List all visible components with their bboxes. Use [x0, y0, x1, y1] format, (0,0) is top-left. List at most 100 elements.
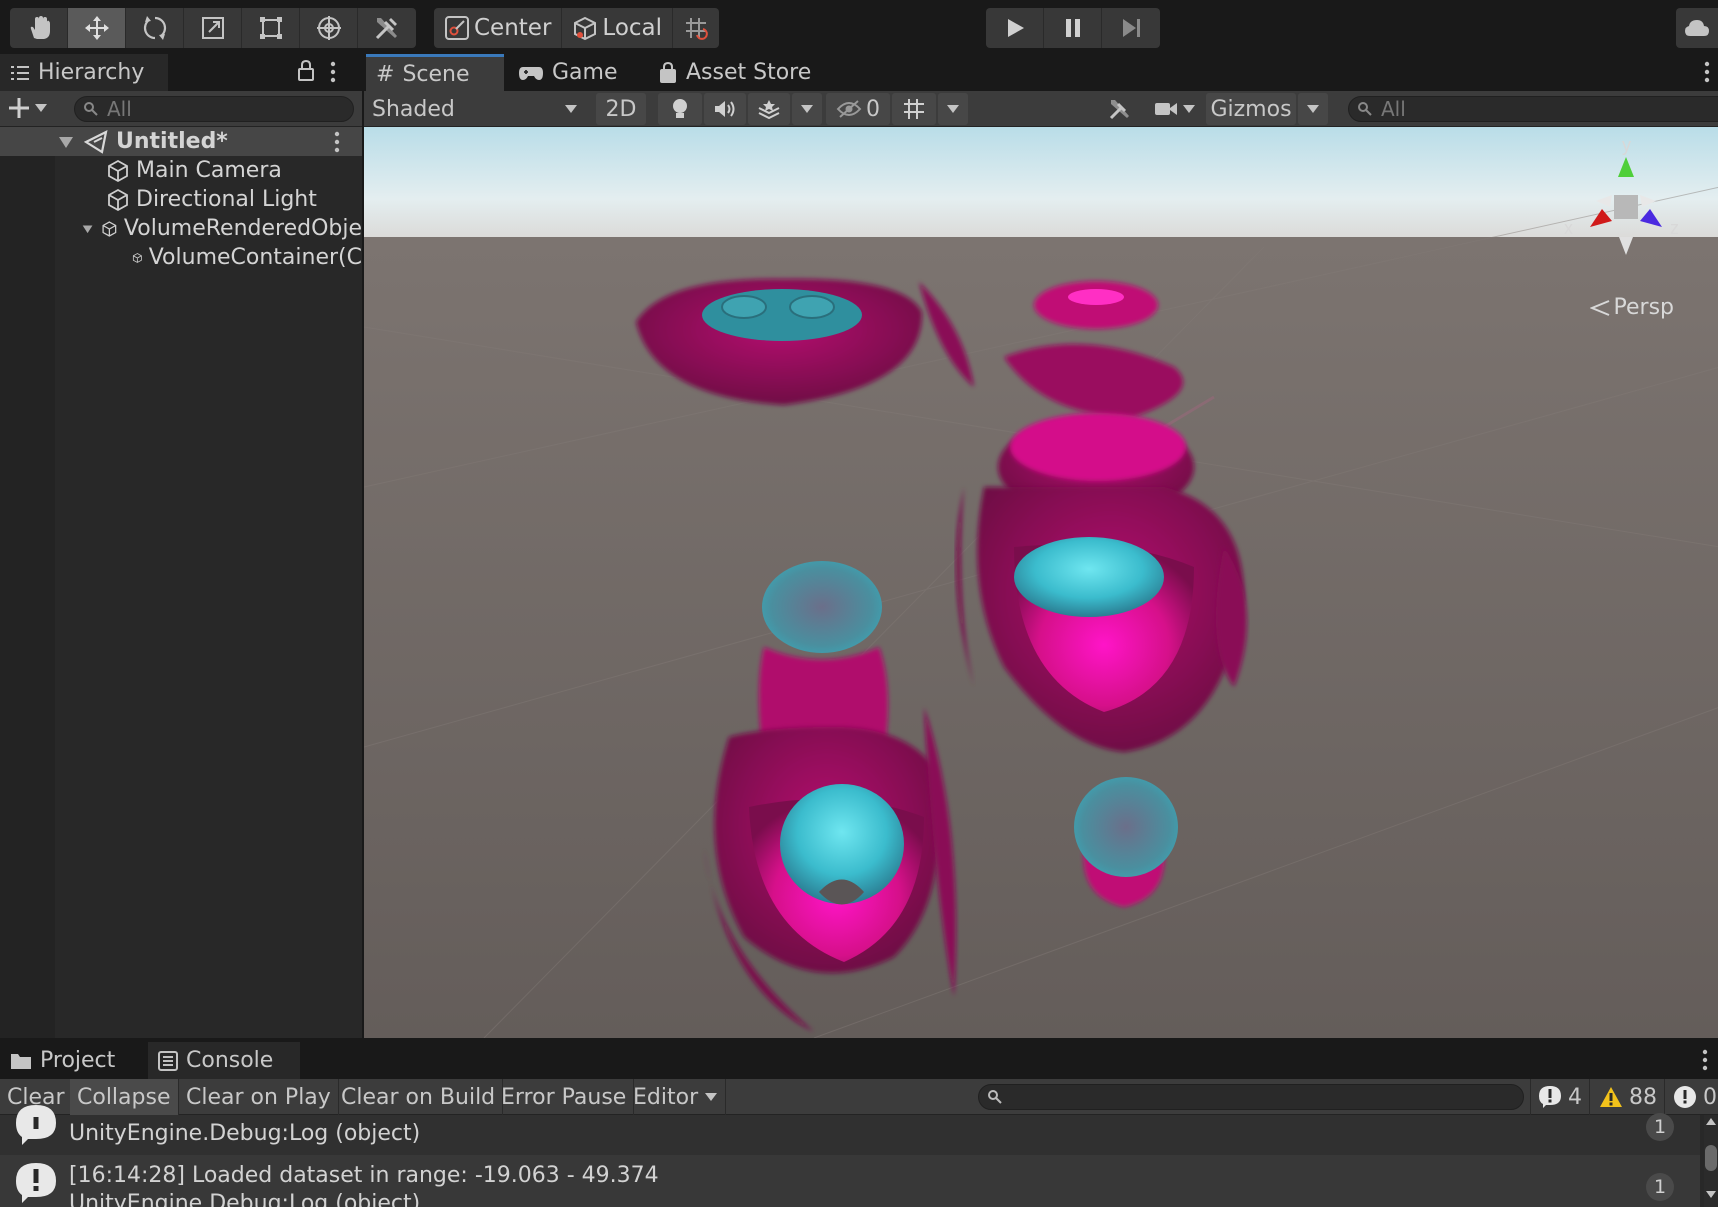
play-button[interactable]	[986, 8, 1044, 48]
expand-arrow-icon[interactable]	[82, 221, 93, 237]
gizmos-dropdown[interactable]	[1298, 93, 1328, 125]
gizmo-label-y: y	[1622, 137, 1631, 155]
transform-globe-icon	[316, 16, 341, 40]
custom-tool-button[interactable]	[358, 8, 416, 48]
grid-icon	[904, 99, 924, 119]
info-bubble-icon	[16, 1163, 56, 1203]
step-icon	[1123, 19, 1140, 37]
tab-asset-store[interactable]: Asset Store	[648, 54, 828, 91]
plus-icon	[9, 98, 29, 118]
grid-toggle[interactable]	[892, 93, 936, 125]
hierarchy-item-directional-light[interactable]: Directional Light	[0, 185, 317, 214]
gizmos-toggle[interactable]: Gizmos	[1206, 93, 1296, 125]
pause-icon	[1065, 19, 1080, 37]
log-entry-text: UnityEngine.Debug:Log (object)	[69, 1121, 421, 1146]
lighting-toggle[interactable]	[658, 93, 702, 125]
grid-dropdown[interactable]	[938, 93, 968, 125]
eye-slash-icon	[836, 100, 862, 118]
console-toolbar: Clear Collapse Clear on Play Clear on Bu…	[0, 1079, 1718, 1115]
hierarchy-panel: Hierarchy All Untitled* Main Camera Dire…	[0, 54, 362, 1038]
gizmo-label-z: z	[1670, 218, 1679, 238]
scene-tools-button[interactable]	[1098, 93, 1142, 125]
projection-toggle[interactable]: Persp	[1589, 295, 1674, 320]
console-search-input[interactable]	[978, 1084, 1524, 1110]
console-kebab-menu-icon[interactable]	[1700, 1049, 1710, 1077]
lock-icon[interactable]	[296, 59, 316, 89]
pivot-space-button[interactable]: Local	[562, 8, 674, 48]
rotate-tool-button[interactable]	[126, 8, 184, 48]
main-toolbar: Center Local	[0, 0, 1718, 54]
hidden-objects-toggle[interactable]: 0	[826, 93, 890, 125]
warning-icon	[1600, 1087, 1622, 1107]
tab-game[interactable]: Game	[508, 54, 634, 91]
tab-project[interactable]: Project	[0, 1042, 142, 1079]
tab-console[interactable]: Console	[148, 1042, 300, 1079]
gamepad-icon	[519, 66, 543, 80]
move-tool-button[interactable]	[68, 8, 126, 48]
cloud-button[interactable]	[1676, 8, 1718, 48]
warning-count-toggle[interactable]: 88	[1592, 1079, 1665, 1115]
2d-mode-toggle[interactable]: 2D	[596, 93, 646, 125]
step-button[interactable]	[1102, 8, 1160, 48]
log-count-toggle[interactable]: 4	[1530, 1079, 1590, 1115]
scale-tool-button[interactable]	[184, 8, 242, 48]
transform-tool-button[interactable]	[300, 8, 358, 48]
info-bubble-icon	[16, 1105, 56, 1145]
console-scrollbar[interactable]	[1704, 1115, 1718, 1207]
pause-button[interactable]	[1044, 8, 1102, 48]
effects-dropdown[interactable]	[792, 93, 822, 125]
collapse-toggle[interactable]: Collapse	[70, 1079, 179, 1115]
hierarchy-scene-row[interactable]: Untitled*	[0, 127, 362, 156]
error-pause-label: Error Pause	[501, 1084, 627, 1110]
error-icon	[1674, 1086, 1696, 1108]
info-icon	[1539, 1086, 1561, 1108]
effects-toggle[interactable]	[748, 93, 790, 125]
hand-tool-button[interactable]	[10, 8, 68, 48]
light-bulb-icon	[673, 99, 687, 118]
scene-search-input[interactable]: All	[1348, 96, 1718, 122]
chevron-down-icon	[1307, 105, 1319, 113]
tab-hierarchy[interactable]: Hierarchy	[0, 54, 168, 91]
scene-viewport[interactable]: y x z Persp	[364, 127, 1718, 1038]
clear-on-play-toggle[interactable]: Clear on Play	[179, 1079, 339, 1115]
grid-snap-icon	[686, 18, 708, 40]
scene-search-placeholder: All	[1381, 97, 1406, 121]
audio-toggle[interactable]	[704, 93, 746, 125]
scene-kebab-menu-icon[interactable]	[1702, 61, 1712, 89]
hierarchy-item-volume-container[interactable]: VolumeContainer(C	[0, 243, 362, 272]
pivot-mode-button[interactable]: Center	[434, 8, 563, 48]
hierarchy-tabbar: Hierarchy	[0, 54, 362, 91]
chevron-down-icon	[35, 104, 47, 112]
log-entry-count: 1	[1646, 1113, 1674, 1141]
kebab-menu-icon[interactable]	[328, 61, 338, 89]
rect-tool-button[interactable]	[242, 8, 300, 48]
speaker-icon	[715, 101, 735, 117]
camera-settings-dropdown[interactable]	[1150, 93, 1200, 125]
clear-on-build-toggle[interactable]: Clear on Build	[334, 1079, 504, 1115]
draw-mode-dropdown[interactable]: Shaded	[370, 93, 580, 125]
hierarchy-item-main-camera[interactable]: Main Camera	[0, 156, 282, 185]
console-log-entry[interactable]: UnityEngine.Debug:Log (object) 1	[0, 1105, 1700, 1155]
grid-snap-button[interactable]	[673, 8, 719, 48]
error-count-toggle[interactable]: 0	[1666, 1079, 1718, 1115]
hierarchy-search-input[interactable]: All	[74, 96, 354, 122]
chevron-down-icon	[947, 105, 959, 113]
hierarchy-search-placeholder: All	[107, 97, 132, 121]
scene-toolbar: Shaded 2D 0 Gizmos All	[364, 91, 1718, 127]
transform-tools-group	[10, 8, 416, 48]
console-log-entry[interactable]: [16:14:28] Loaded dataset in range: -19.…	[0, 1155, 1700, 1207]
editor-dropdown[interactable]: Editor	[626, 1079, 727, 1115]
log-entry-text: UnityEngine.Debug:Log (object)	[69, 1191, 421, 1207]
console-panel: Project Console Clear Collapse Clear on …	[0, 1040, 1718, 1207]
error-pause-toggle[interactable]: Error Pause	[494, 1079, 635, 1115]
perspective-icon	[1589, 299, 1609, 316]
tools-icon	[1109, 100, 1129, 120]
tab-scene[interactable]: # Scene	[366, 54, 504, 91]
hierarchy-item-volume-rendered-object[interactable]: VolumeRenderedObje	[0, 214, 362, 243]
chevron-down-icon	[705, 1093, 718, 1101]
create-button[interactable]	[8, 97, 48, 119]
scene-menu-icon[interactable]	[332, 131, 342, 153]
draw-mode-label: Shaded	[372, 96, 455, 122]
2d-mode-label: 2D	[605, 96, 637, 122]
orientation-gizmo[interactable]: y x z	[1556, 137, 1696, 267]
